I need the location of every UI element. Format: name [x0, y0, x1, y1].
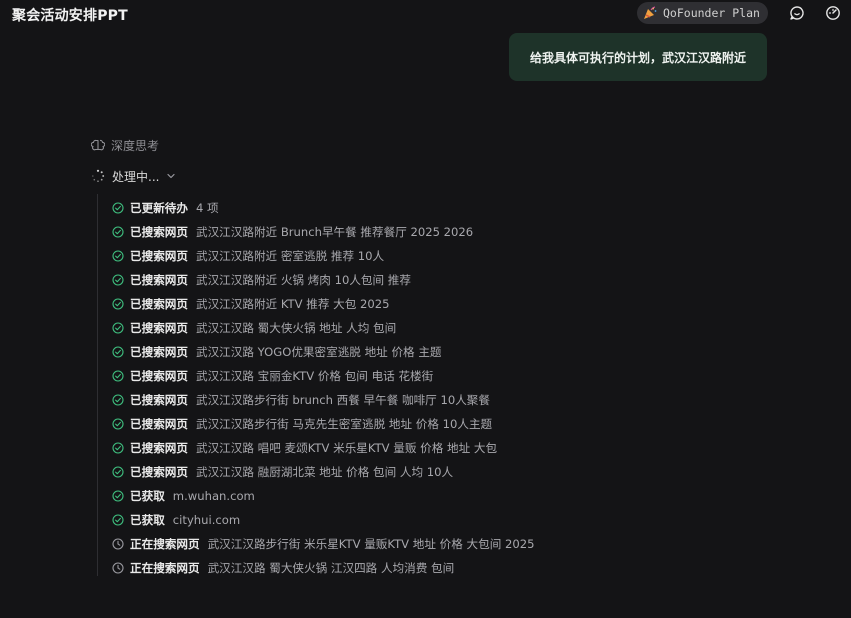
step-detail: 武汉江汉路 唱吧 麦颂KTV 米乐星KTV 量贩 价格 地址 大包 — [195, 441, 498, 455]
clock-icon — [112, 562, 124, 574]
plan-badge[interactable]: QoFounder Plan — [637, 2, 768, 24]
step-action: 已搜索网页 — [130, 441, 188, 455]
step-action: 正在搜索网页 — [130, 537, 200, 551]
step-action: 已搜索网页 — [130, 345, 188, 359]
step-item[interactable]: 已搜索网页 武汉江汉路附近 Brunch早午餐 推荐餐厅 2025 2026 — [112, 220, 535, 244]
step-action: 已搜索网页 — [130, 465, 188, 479]
check-circle-icon — [112, 322, 124, 334]
step-detail: 武汉江汉路 融厨湖北菜 地址 价格 包间 人均 10人 — [195, 465, 454, 479]
plan-label: QoFounder Plan — [663, 6, 760, 20]
processing-toggle[interactable]: 处理中... — [91, 168, 176, 184]
step-action: 已搜索网页 — [130, 225, 188, 239]
step-item[interactable]: 已搜索网页 武汉江汉路 宝丽金KTV 价格 包间 电话 花楼街 — [112, 364, 535, 388]
check-circle-icon — [112, 394, 124, 406]
check-circle-icon — [112, 514, 124, 526]
step-action: 已获取 — [130, 513, 165, 527]
step-action: 已搜索网页 — [130, 249, 188, 263]
step-action: 已搜索网页 — [130, 417, 188, 431]
step-detail: 武汉江汉路 蜀大侠火锅 地址 人均 包间 — [195, 321, 397, 335]
step-action: 已搜索网页 — [130, 297, 188, 311]
check-circle-icon — [112, 442, 124, 454]
step-action: 已更新待办 — [130, 201, 188, 215]
check-circle-icon — [112, 346, 124, 358]
step-detail: 武汉江汉路附近 Brunch早午餐 推荐餐厅 2025 2026 — [195, 225, 474, 239]
check-circle-icon — [112, 466, 124, 478]
speedometer-icon[interactable] — [825, 5, 841, 21]
step-detail: 武汉江汉路附近 密室逃脱 推荐 10人 — [195, 249, 385, 263]
deep-think-label: 深度思考 — [111, 138, 160, 153]
steps-list: 已更新待办 4 项已搜索网页 武汉江汉路附近 Brunch早午餐 推荐餐厅 2025… — [112, 196, 535, 580]
step-detail: 4 项 — [195, 201, 219, 215]
page-title: 聚会活动安排PPT — [12, 8, 128, 24]
step-action: 正在搜索网页 — [130, 561, 200, 575]
check-circle-icon — [112, 250, 124, 262]
step-detail: m.wuhan.com — [172, 489, 255, 503]
step-detail: 武汉江汉路 宝丽金KTV 价格 包间 电话 花楼街 — [195, 369, 434, 383]
user-message-text: 给我具体可执行的计划，武汉江汉路附近 — [529, 50, 746, 65]
step-detail: 武汉江汉路 蜀大侠火锅 江汉四路 人均消费 包间 — [207, 561, 455, 575]
step-detail: 武汉江汉路附近 KTV 推荐 大包 2025 — [195, 297, 390, 311]
step-detail: 武汉江汉路步行街 brunch 西餐 早午餐 咖啡厅 10人聚餐 — [195, 393, 490, 407]
party-popper-icon — [644, 6, 657, 19]
check-circle-icon — [112, 418, 124, 430]
step-item[interactable]: 已更新待办 4 项 — [112, 196, 535, 220]
check-circle-icon — [112, 370, 124, 382]
spinner-icon — [92, 169, 105, 183]
step-item[interactable]: 已搜索网页 武汉江汉路步行街 brunch 西餐 早午餐 咖啡厅 10人聚餐 — [112, 388, 535, 412]
step-action: 已搜索网页 — [130, 273, 188, 287]
step-action: 已搜索网页 — [130, 321, 188, 335]
step-detail: 武汉江汉路步行街 米乐星KTV 量贩KTV 地址 价格 大包间 2025 — [207, 537, 535, 551]
step-item[interactable]: 已搜索网页 武汉江汉路 蜀大侠火锅 地址 人均 包间 — [112, 316, 535, 340]
deep-think-toggle[interactable]: 深度思考 — [91, 137, 159, 153]
chat-icon[interactable] — [789, 5, 805, 21]
step-action: 已获取 — [130, 489, 165, 503]
user-message-bubble: 给我具体可执行的计划，武汉江汉路附近 — [509, 33, 767, 81]
check-circle-icon — [112, 226, 124, 238]
processing-label: 处理中... — [112, 169, 160, 184]
step-detail: 武汉江汉路步行街 马克先生密室逃脱 地址 价格 10人主题 — [195, 417, 493, 431]
check-circle-icon — [112, 202, 124, 214]
step-detail: 武汉江汉路附近 火锅 烤肉 10人包间 推荐 — [195, 273, 411, 287]
check-circle-icon — [112, 274, 124, 286]
step-item[interactable]: 已搜索网页 武汉江汉路 唱吧 麦颂KTV 米乐星KTV 量贩 价格 地址 大包 — [112, 436, 535, 460]
step-action: 已搜索网页 — [130, 369, 188, 383]
brain-icon — [91, 139, 105, 151]
step-action: 已搜索网页 — [130, 393, 188, 407]
step-item[interactable]: 已搜索网页 武汉江汉路步行街 马克先生密室逃脱 地址 价格 10人主题 — [112, 412, 535, 436]
step-item[interactable]: 已搜索网页 武汉江汉路 融厨湖北菜 地址 价格 包间 人均 10人 — [112, 460, 535, 484]
step-item[interactable]: 正在搜索网页 武汉江汉路步行街 米乐星KTV 量贩KTV 地址 价格 大包间 20… — [112, 532, 535, 556]
step-item[interactable]: 已搜索网页 武汉江汉路附近 火锅 烤肉 10人包间 推荐 — [112, 268, 535, 292]
chevron-down-icon — [167, 173, 176, 179]
step-item[interactable]: 已搜索网页 武汉江汉路 YOGO优果密室逃脱 地址 价格 主题 — [112, 340, 535, 364]
check-circle-icon — [112, 298, 124, 310]
check-circle-icon — [112, 490, 124, 502]
step-item[interactable]: 已搜索网页 武汉江汉路附近 密室逃脱 推荐 10人 — [112, 244, 535, 268]
step-detail: 武汉江汉路 YOGO优果密室逃脱 地址 价格 主题 — [195, 345, 442, 359]
clock-icon — [112, 538, 124, 550]
step-detail: cityhui.com — [172, 513, 241, 527]
step-item[interactable]: 已获取 cityhui.com — [112, 508, 535, 532]
top-bar: 聚会活动安排PPT QoFounder Plan — [0, 0, 851, 30]
steps-timeline-line — [97, 194, 98, 576]
step-item[interactable]: 已获取 m.wuhan.com — [112, 484, 535, 508]
step-item[interactable]: 正在搜索网页 武汉江汉路 蜀大侠火锅 江汉四路 人均消费 包间 — [112, 556, 535, 580]
step-item[interactable]: 已搜索网页 武汉江汉路附近 KTV 推荐 大包 2025 — [112, 292, 535, 316]
